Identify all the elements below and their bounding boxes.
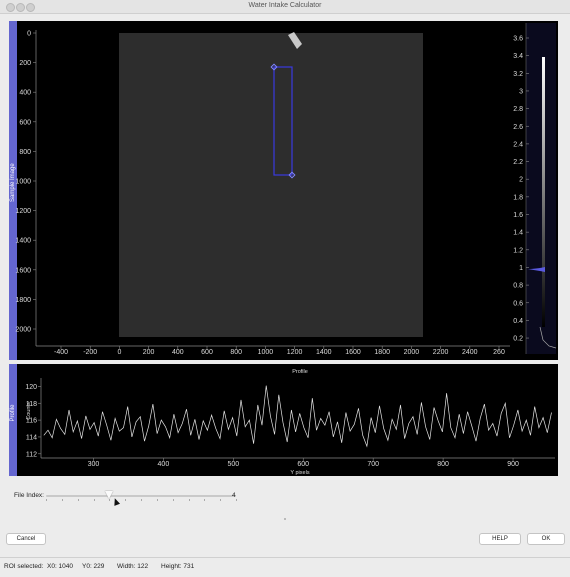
image-x-tick-label: 1200 (287, 349, 303, 356)
colorbar-tick-label: 2.6 (513, 124, 523, 131)
colorbar-tick-label: 3.6 (513, 36, 523, 43)
slider-tick-mark (156, 499, 158, 501)
profile-x-tick-label: 600 (297, 461, 309, 468)
profile-x-tick-label: 800 (437, 461, 449, 468)
colorbar-tick-label: 1.4 (513, 230, 523, 237)
slider-tick-mark (236, 499, 237, 501)
image-x-tick-label: 1000 (258, 349, 274, 356)
image-y-tick-label: 800 (19, 149, 31, 156)
roi-y0: Y0: 229 (82, 563, 105, 570)
image-x-tick-label: 200 (143, 349, 155, 356)
image-x-tick-label: -400 (54, 349, 68, 356)
profile-chart[interactable]: Profile Counts Y pixels 120118116114112 … (9, 364, 558, 476)
roi-selected-label: ROI selected: (4, 563, 44, 570)
image-plot[interactable]: 0200400600800100012001400160018002000 -4… (9, 21, 558, 360)
image-y-tick-label: 1400 (15, 238, 31, 245)
status-bar: ROI selected: X0: 1040 Y0: 229 Width: 12… (0, 557, 570, 577)
colorbar-tick-label: 1.6 (513, 212, 523, 219)
image-x-tick-label: 2200 (433, 349, 449, 356)
slider-tick-mark (93, 499, 95, 501)
profile-title: Profile (292, 369, 308, 375)
colorbar-tick-label: 2.8 (513, 106, 523, 113)
profile-x-tick-label: 700 (367, 461, 379, 468)
profile-x-tick-label: 400 (158, 461, 170, 468)
profile-x-tick-label: 500 (227, 461, 239, 468)
image-y-tick-label: 400 (19, 90, 31, 97)
help-button[interactable]: HELP (479, 533, 521, 545)
profile-x-tick-label: 300 (88, 461, 100, 468)
slider-tick-mark (188, 499, 190, 501)
colorbar-tick-label: 0.4 (513, 318, 523, 325)
image-x-tick-label: 2000 (404, 349, 420, 356)
profile-y-tick-label: 120 (25, 384, 37, 391)
colorbar-gradient (542, 57, 545, 327)
image-x-tick-label: 260 (493, 349, 505, 356)
profile-x-label: Y pixels (290, 470, 309, 476)
profile-panel[interactable]: Profile Profile Counts Y pixels 120 118 11… (9, 364, 558, 476)
slider-tick-mark (77, 499, 79, 501)
image-y-tick-label: 1600 (15, 267, 31, 274)
slider-tick-mark (204, 499, 206, 501)
image-y-tick-label: 2000 (15, 327, 31, 334)
image-y-tick-label: 1000 (15, 179, 31, 186)
title-bar: Water Intake Calculator (0, 0, 570, 14)
file-index-slider-thumb[interactable] (104, 491, 113, 499)
image-x-tick-label: 800 (230, 349, 242, 356)
profile-y-tick-label: 118 (26, 401, 37, 408)
roi-width: Width: 122 (117, 563, 149, 570)
image-x-tick-label: 1600 (345, 349, 361, 356)
colorbar-tick-label: 1.8 (513, 194, 523, 201)
file-index-row: File Index: 4 (14, 490, 264, 502)
divider-dot (284, 518, 286, 520)
slider-tick-mark (61, 499, 63, 501)
image-y-tick-label: 200 (19, 60, 31, 67)
image-y-tick-label: 600 (19, 119, 31, 126)
colorbar-tick-label: 0.6 (513, 300, 523, 307)
colorbar-tick-label: 0.8 (513, 283, 523, 290)
colorbar-tick-label: 3.2 (513, 71, 523, 78)
image-y-tick-label: 1800 (15, 297, 31, 304)
image-x-tick-label: 1400 (316, 349, 332, 356)
slider-tick-mark (141, 499, 142, 501)
colorbar-tick-label: 2.2 (513, 159, 523, 166)
profile-y-tick-label: 112 (26, 451, 37, 458)
colorbar-tick-label: 1 (519, 265, 523, 272)
image-x-tick-label: 600 (201, 349, 213, 356)
slider-tick-mark (125, 499, 127, 501)
colorbar-background (526, 23, 556, 354)
slider-tick-mark (220, 499, 222, 501)
profile-series-line (43, 385, 552, 448)
file-index-label: File Index: (14, 492, 44, 499)
cancel-button[interactable]: Cancel (6, 533, 46, 545)
image-x-tick-label: 0 (117, 349, 121, 356)
file-index-value: 4 (232, 492, 236, 499)
roi-height: Height: 731 (161, 563, 195, 570)
colorbar-tick-label: 2.4 (513, 141, 523, 148)
slider-tick-mark (109, 499, 111, 501)
colorbar-tick-label: 0.2 (513, 336, 523, 343)
profile-x-tick-label: 900 (507, 461, 519, 468)
image-x-tick-label: -200 (83, 349, 97, 356)
window-title: Water Intake Calculator (248, 2, 322, 9)
slider-tick-mark (46, 499, 47, 501)
colorbar-tick-label: 2 (519, 177, 523, 184)
profile-y-tick-label: 114 (26, 434, 37, 441)
slider-tick-mark (172, 499, 174, 501)
image-x-tick-label: 1800 (374, 349, 390, 356)
colorbar-tick-label: 1.2 (513, 247, 523, 254)
image-x-tick-label: 2400 (462, 349, 478, 356)
roi-x0: X0: 1040 (47, 563, 74, 570)
colorbar-tick-label: 3 (519, 88, 523, 95)
colorbar-tick-label: 3.4 (513, 53, 523, 60)
ok-button[interactable]: OK (527, 533, 565, 545)
sample-image (119, 33, 423, 337)
file-index-slider[interactable] (46, 495, 236, 497)
image-view-panel[interactable]: Sample Image 0 200 400 600 800 1000 1200 1400 16… (9, 21, 558, 360)
image-y-tick-label: 0 (27, 31, 31, 38)
image-y-tick-label: 1200 (15, 208, 31, 215)
image-x-tick-label: 400 (172, 349, 184, 356)
profile-y-tick-label: 116 (26, 418, 37, 425)
